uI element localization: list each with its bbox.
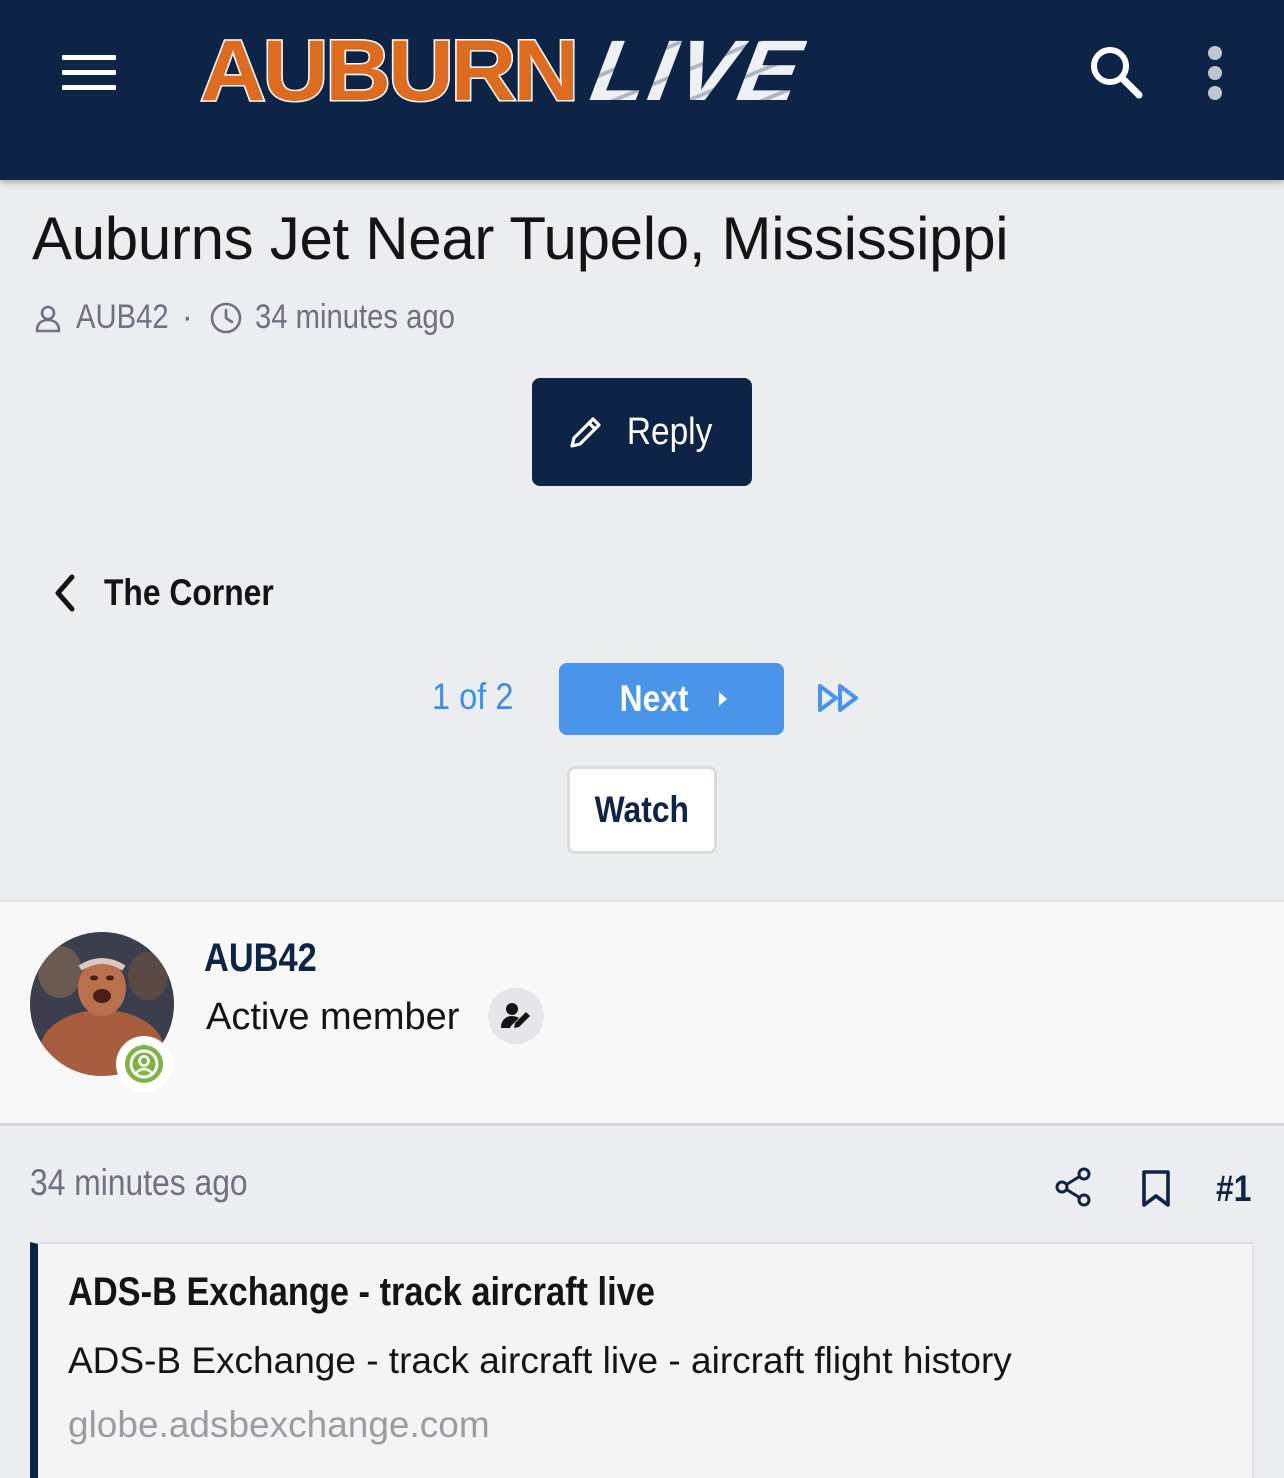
next-page-label: Next: [620, 678, 689, 719]
post-user-panel: [0, 900, 1284, 1126]
chevron-left-icon: [50, 573, 80, 613]
last-page-icon[interactable]: [816, 680, 862, 716]
search-icon[interactable]: [1086, 42, 1146, 102]
thread-start-time[interactable]: 34 minutes ago: [255, 298, 455, 337]
meta-separator: ·: [181, 298, 194, 336]
share-icon[interactable]: [1052, 1166, 1094, 1208]
logo-live-text: LIVE: [584, 23, 811, 119]
caret-right-icon: [717, 690, 729, 708]
link-preview-title[interactable]: ADS-B Exchange - track aircraft live: [68, 1270, 750, 1315]
post-permalink[interactable]: #1: [1216, 1168, 1257, 1210]
watch-button-label: Watch: [594, 789, 690, 830]
user-edit-icon[interactable]: [488, 988, 544, 1044]
user-title: Active member: [206, 996, 460, 1038]
site-logo[interactable]: AUBURN LIVE: [198, 23, 810, 119]
breadcrumb-forum-name: The Corner: [104, 572, 274, 613]
reply-button-label: Reply: [627, 410, 713, 453]
page-jump-selector[interactable]: 1 of 2: [432, 676, 525, 718]
online-status-icon: [116, 1036, 172, 1092]
pencil-icon: [565, 411, 607, 453]
watch-thread-button[interactable]: Watch: [567, 766, 717, 854]
thread-title: Auburns Jet Near Tupelo, Mississippi: [32, 205, 1009, 272]
user-icon: [32, 302, 64, 334]
post-timestamp: 34 minutes ago: [30, 1162, 248, 1203]
thread-author-link[interactable]: AUB42: [76, 298, 169, 337]
bookmark-icon[interactable]: [1140, 1168, 1172, 1210]
link-preview-title-text: ADS-B Exchange - track aircraft live: [68, 1270, 655, 1314]
menu-icon[interactable]: [60, 52, 118, 92]
thread-meta: AUB42 · 34 minutes ago: [32, 298, 488, 337]
reply-button[interactable]: Reply: [532, 378, 752, 486]
link-preview-card[interactable]: ADS-B Exchange - track aircraft live ADS…: [30, 1242, 1254, 1478]
top-navigation-bar: AUBURN LIVE: [0, 0, 1284, 180]
breadcrumb-back-link[interactable]: The Corner: [50, 572, 301, 614]
link-preview-domain: globe.adsbexchange.com: [68, 1404, 490, 1445]
post-username-link[interactable]: AUB42: [204, 936, 335, 981]
logo-auburn-text: AUBURN: [198, 23, 580, 119]
post-username: AUB42: [204, 936, 317, 980]
post-timestamp-link[interactable]: 34 minutes ago: [30, 1162, 283, 1204]
link-preview-description: ADS-B Exchange - track aircraft live - a…: [68, 1340, 1012, 1381]
post-number: #1: [1216, 1168, 1252, 1209]
page-indicator: 1 of 2: [432, 676, 514, 717]
clock-icon: [209, 301, 243, 335]
next-page-button[interactable]: Next: [559, 663, 784, 735]
more-vertical-icon[interactable]: [1204, 46, 1226, 100]
